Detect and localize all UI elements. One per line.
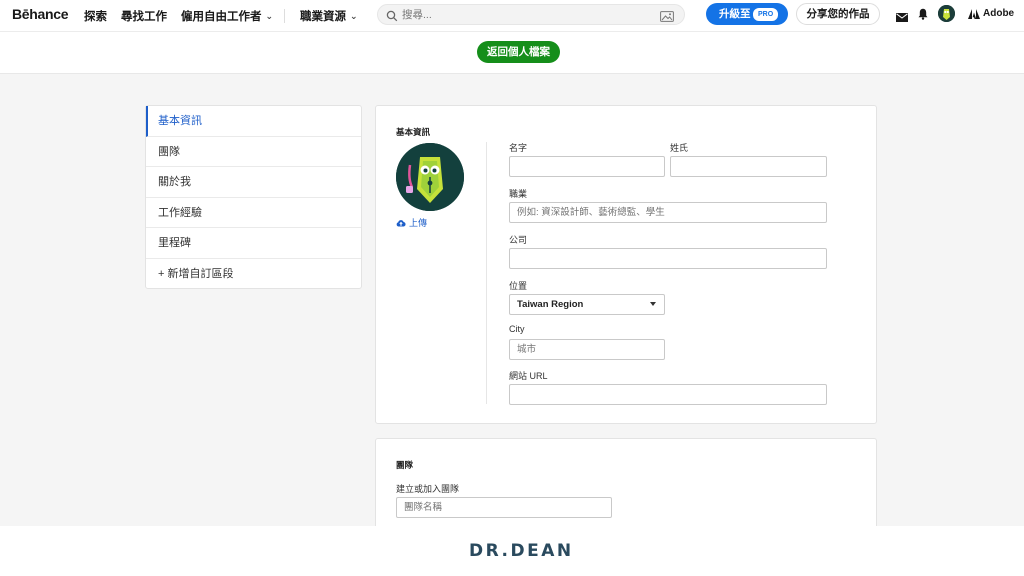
sidebar-item-team[interactable]: 團隊 <box>146 137 361 167</box>
first-name-label: 名字 <box>509 143 528 153</box>
cloud-upload-icon <box>396 219 406 226</box>
edit-profile-content: 基本資訊 團隊 關於我 工作經驗 里程碑 + 新增自訂區段 基本資訊 上傳 名字… <box>0 74 1024 538</box>
first-name-input[interactable] <box>509 156 665 177</box>
search-input[interactable] <box>402 6 652 23</box>
mail-icon[interactable] <box>896 9 908 27</box>
section-sidebar: 基本資訊 團隊 關於我 工作經驗 里程碑 + 新增自訂區段 <box>145 105 362 289</box>
adobe-link[interactable]: Adobe <box>968 8 1014 19</box>
upload-avatar-button[interactable]: 上傳 <box>396 216 427 229</box>
profile-avatar[interactable] <box>396 143 464 211</box>
nav-explore[interactable]: 探索 <box>84 8 107 24</box>
last-name-input[interactable] <box>670 156 827 177</box>
team-name-input[interactable] <box>396 497 612 518</box>
image-search-icon[interactable] <box>660 9 674 27</box>
location-selected-value: Taiwan Region <box>517 299 584 310</box>
sidebar-item-basic-info[interactable]: 基本資訊 <box>146 106 361 137</box>
adobe-label: Adobe <box>983 8 1015 19</box>
user-avatar[interactable] <box>938 5 955 22</box>
sidebar-item-add-custom-section[interactable]: + 新增自訂區段 <box>146 259 361 290</box>
back-to-profile-button[interactable]: 返回個人檔案 <box>477 41 560 63</box>
chevron-down-icon: ⌄ <box>265 11 274 21</box>
city-input[interactable] <box>509 339 665 360</box>
upgrade-pro-button[interactable]: 升級至 PRO <box>706 3 788 25</box>
top-navigation: Bēhance 探索 尋找工作 僱用自由工作者⌄ 職業資源⌄ 升級至 PRO 分… <box>0 0 1024 32</box>
basic-info-card: 基本資訊 上傳 名字 姓氏 職業 公司 位 <box>375 105 877 424</box>
occupation-input[interactable] <box>509 202 827 223</box>
watermark-footer: DR.DEAN <box>0 526 1024 576</box>
nav-divider <box>284 9 285 23</box>
team-title: 團隊 <box>396 460 414 470</box>
city-label: City <box>509 324 525 334</box>
create-join-team-label: 建立或加入團隊 <box>396 484 460 494</box>
nav-career-resources[interactable]: 職業資源 ⌄ <box>300 8 358 24</box>
bell-icon[interactable] <box>918 7 928 25</box>
company-input[interactable] <box>509 248 827 269</box>
behance-logo[interactable]: Bēhance <box>12 6 69 22</box>
website-label: 網站 URL <box>509 371 548 381</box>
occupation-label: 職業 <box>509 189 528 199</box>
location-label: 位置 <box>509 281 528 291</box>
dropdown-caret-icon <box>650 302 656 306</box>
chevron-down-icon: ⌄ <box>350 11 358 21</box>
adobe-logo-icon <box>968 8 980 19</box>
upgrade-label: 升級至 <box>719 8 751 20</box>
upload-label: 上傳 <box>409 218 428 228</box>
sidebar-item-about[interactable]: 關於我 <box>146 167 361 198</box>
sidebar-item-work-experience[interactable]: 工作經驗 <box>146 198 361 228</box>
share-work-button[interactable]: 分享您的作品 <box>796 3 880 25</box>
search-icon <box>386 9 398 27</box>
team-card: 團隊 建立或加入團隊 <box>375 438 877 538</box>
vertical-divider <box>486 142 487 404</box>
company-label: 公司 <box>509 235 528 245</box>
profile-edit-header: 返回個人檔案 <box>0 32 1024 74</box>
website-input[interactable] <box>509 384 827 405</box>
nav-career-resources-label: 職業資源 <box>300 11 346 23</box>
nav-find-jobs[interactable]: 尋找工作 <box>121 8 167 24</box>
sidebar-item-milestones[interactable]: 里程碑 <box>146 228 361 259</box>
pro-badge: PRO <box>753 8 779 21</box>
last-name-label: 姓氏 <box>670 143 689 153</box>
nav-hire-freelancers[interactable]: 僱用自由工作者 ⌄ <box>181 8 273 24</box>
dr-dean-logo: DR.DEAN <box>469 541 574 561</box>
location-select[interactable]: Taiwan Region <box>509 294 665 315</box>
search-bar[interactable] <box>377 4 685 25</box>
nav-hire-freelancers-label: 僱用自由工作者 <box>181 11 262 23</box>
basic-info-title: 基本資訊 <box>396 127 431 137</box>
